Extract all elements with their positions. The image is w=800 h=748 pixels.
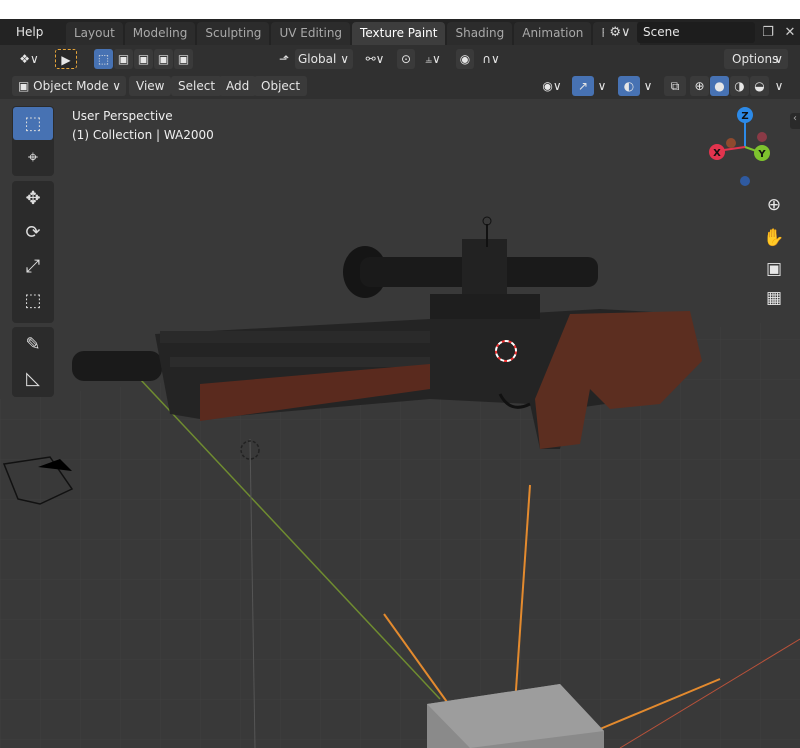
ortho-grid-icon[interactable]: ▦ [759,283,789,313]
move-icon[interactable]: ✥ [13,182,53,215]
view-menu[interactable]: View [129,76,172,96]
tool-group-annotate: ✎ ◺ [12,327,54,397]
pan-hand-icon[interactable]: ✋ [759,223,789,253]
snap-target-icon[interactable]: ⫨∨ [416,49,450,69]
visibility-icon[interactable]: ◉∨ [536,76,568,96]
select-subtract-icon[interactable]: ▣ [134,49,153,69]
viewport-header: ▣ Object Mode ∨ View Select Add Object ◉… [0,73,800,99]
light-source-icon [482,216,492,226]
select-box-icon[interactable]: ⬚ [13,107,53,140]
chevron-down-icon: ∨ [774,52,783,66]
transform-icon[interactable]: ⬚ [13,284,53,317]
object-mode-icon: ▣ [18,79,30,93]
material-shading-icon[interactable]: ◑ [730,76,749,96]
select-invert-icon[interactable]: ▣ [154,49,173,69]
tab-shading[interactable]: Shading [447,22,513,45]
select-intersect-icon[interactable]: ▣ [174,49,193,69]
options-dropdown[interactable]: Options ∨ [724,49,788,69]
y-axis-label: Y [757,149,766,160]
scene-browse-icon[interactable]: ⚙∨ [604,22,636,43]
cursor-icon[interactable]: ⌖ [13,141,53,174]
snap-toggle-icon[interactable]: ⊙ [397,49,415,69]
chevron-down-icon: ∨ [340,52,349,66]
workspace-tabs: Layout Modeling Sculpting UV Editing Tex… [66,22,640,45]
rendered-shading-icon[interactable]: ◒ [750,76,769,96]
scene-selector: ⚙∨ Scene ❐ ✕ [604,22,800,43]
overlays-toggle-icon[interactable]: ◐ [618,76,640,96]
transform-orientation-dropdown[interactable]: Global ∨ [295,49,353,69]
camera-view-icon[interactable]: ▣ [759,254,789,284]
annotate-icon[interactable]: ✎ [13,328,53,361]
x-axis-label: X [713,148,721,159]
object-menu[interactable]: Object [254,76,308,96]
mode-dropdown[interactable]: ▣ Object Mode ∨ [12,76,126,96]
chevron-down-icon[interactable]: ∨ [771,76,787,96]
close-icon[interactable]: ✕ [780,22,800,43]
select-tool-icon[interactable]: ▶ [55,49,77,69]
tab-layout[interactable]: Layout [66,22,123,45]
help-menu[interactable]: Help [16,25,43,39]
proportional-edit-icon[interactable]: ◉ [456,49,474,69]
chevron-down-icon[interactable]: ∨ [641,76,655,96]
mode-label: Object Mode [33,79,109,93]
pivot-icon[interactable]: ❖∨ [12,49,46,69]
solid-shading-icon[interactable]: ● [710,76,729,96]
tab-modeling[interactable]: Modeling [124,22,196,45]
scale-icon[interactable]: ⤢ [13,250,53,283]
z-axis-label: Z [741,111,748,122]
neg-x-handle[interactable] [757,132,767,142]
chevron-down-icon[interactable]: ∨ [595,76,609,96]
window-top-strip [0,0,800,19]
tool-group-transform: ✥ ⟳ ⤢ ⬚ [12,181,54,323]
tab-texture-paint[interactable]: Texture Paint [352,22,446,45]
tab-uv-editing[interactable]: UV Editing [271,22,351,45]
tab-sculpting[interactable]: Sculpting [197,22,270,45]
gizmo-toggle-icon[interactable]: ↗ [572,76,594,96]
options-label: Options [732,52,779,66]
orientation-icon: ⬏ [278,52,290,66]
top-header-bar: Help Layout Modeling Sculpting UV Editin… [0,19,800,45]
view-perspective-label: User Perspective [72,109,173,123]
scene-name-field[interactable]: Scene [637,22,755,43]
navigation-gizmo[interactable]: Z Y X [705,105,785,195]
neg-z-handle[interactable] [740,176,750,186]
xray-toggle-icon[interactable]: ⧉ [664,76,686,96]
wireframe-shading-icon[interactable]: ⊕ [690,76,709,96]
measure-icon[interactable]: ◺ [13,362,53,395]
tab-animation[interactable]: Animation [514,22,592,45]
tool-settings-bar: ❖∨ ▶ ⬚ ▣ ▣ ▣ ▣ ⬏ Global ∨ ⚯∨ ⊙ ⫨∨ ◉ ∩∨ O… [0,45,800,73]
zoom-icon[interactable]: ⊕ [759,190,789,220]
collection-label: (1) Collection | WA2000 [72,128,214,142]
3d-viewport[interactable]: User Perspective (1) Collection | WA2000… [0,99,800,748]
sidebar-toggle-icon[interactable]: ‹ [790,113,800,129]
pivot-point-icon[interactable]: ⚯∨ [360,49,390,69]
chevron-down-icon: ∨ [112,79,121,93]
select-new-icon[interactable]: ⬚ [94,49,113,69]
viewport-scene [0,216,800,748]
add-menu[interactable]: Add [219,76,257,96]
rotate-icon[interactable]: ⟳ [13,216,53,249]
neg-y-handle[interactable] [726,138,736,148]
tool-group-select: ⬚ ⌖ [12,106,54,176]
orientation-label: Global [298,52,337,66]
select-extend-icon[interactable]: ▣ [114,49,133,69]
select-menu[interactable]: Select [171,76,223,96]
falloff-icon[interactable]: ∩∨ [476,49,506,69]
new-scene-icon[interactable]: ❐ [758,22,778,43]
